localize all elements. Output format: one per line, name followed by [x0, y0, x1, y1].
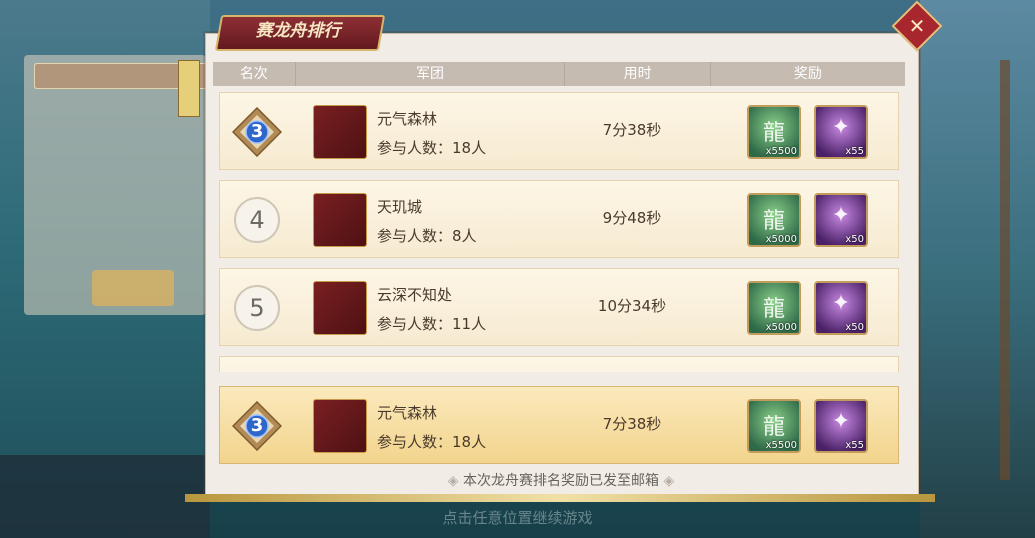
guild-name: 云深不知处 [377, 286, 453, 304]
dragon-emblem-icon [313, 105, 367, 159]
table-header: 名次 军团 用时 奖励 [213, 62, 905, 86]
my-guild-row: 3 元气森林 参与人数：18人 7分38秒 龍 x5500 ✦ x55 [219, 386, 899, 464]
race-time: 9分48秒 [602, 209, 662, 227]
ranking-row: 5 云深不知处 参与人数：11人 10分34秒 龍 x5000 ✦ x50 [219, 268, 899, 346]
ranking-row-partial [219, 356, 899, 372]
ranking-row: 3 元气森林 参与人数：18人 7分38秒 龍 x5500 ✦ x55 [219, 92, 899, 170]
yin-yang-emblem-icon [313, 193, 367, 247]
jade-dragon-icon[interactable]: 龍 x5000 [747, 281, 801, 335]
reward-count: x5500 [765, 440, 797, 451]
background-scene-right [920, 0, 1035, 538]
jade-dragon-icon[interactable]: 龍 x5500 [747, 399, 801, 453]
dialog-bottom-trim [185, 494, 935, 502]
header-rank: 名次 [213, 62, 296, 86]
header-guild: 军团 [296, 62, 566, 86]
rank-number: 3 [250, 415, 264, 436]
guild-name: 天玑城 [377, 198, 423, 216]
guild-name: 元气森林 [377, 404, 438, 422]
ranking-row: 4 天玑城 参与人数：8人 9分48秒 龍 x5000 ✦ x50 [219, 180, 899, 258]
dialog-title: 赛龙舟排行 [255, 21, 341, 41]
sword-emblem-icon [313, 281, 367, 335]
reward-count: x55 [845, 440, 864, 451]
purple-scroll-icon[interactable]: ✦ x55 [814, 399, 868, 453]
header-time: 用时 [565, 62, 711, 86]
purple-scroll-icon[interactable]: ✦ x55 [814, 105, 868, 159]
continue-hint[interactable]: 点击任意位置继续游戏 [0, 507, 1035, 528]
jade-dragon-icon[interactable]: 龍 x5000 [747, 193, 801, 247]
rank-number: 5 [249, 294, 265, 322]
guild-name: 元气森林 [377, 110, 438, 128]
reward-count: x5000 [765, 234, 797, 245]
guild-members: 参与人数：11人 [377, 315, 487, 333]
close-icon[interactable]: ✕ [899, 8, 935, 44]
footer-note: ◈ 本次龙舟赛排名奖励已发至邮箱 ◈ [205, 470, 917, 490]
guild-members: 参与人数：18人 [377, 433, 487, 451]
reward-mail-notice: 本次龙舟赛排名奖励已发至邮箱 [463, 473, 659, 489]
purple-scroll-icon[interactable]: ✦ x50 [814, 281, 868, 335]
reward-count: x55 [845, 146, 864, 157]
jade-dragon-icon[interactable]: 龍 x5500 [747, 105, 801, 159]
purple-scroll-icon[interactable]: ✦ x50 [814, 193, 868, 247]
hanging-banner-icon [178, 60, 200, 117]
header-reward: 奖励 [793, 66, 822, 82]
ranking-list[interactable]: 3 元气森林 参与人数：18人 7分38秒 龍 x5500 ✦ x55 4 天玑… [219, 92, 899, 372]
ornament-icon: ◈ [447, 473, 459, 489]
rank-number: 3 [250, 121, 264, 142]
rank-number: 4 [249, 206, 265, 234]
race-time: 7分38秒 [602, 121, 662, 139]
race-time: 7分38秒 [602, 415, 662, 433]
dragon-emblem-icon [313, 399, 367, 453]
guild-members: 参与人数：18人 [377, 139, 487, 157]
reward-count: x50 [845, 234, 864, 245]
reward-count: x5500 [765, 146, 797, 157]
race-time: 10分34秒 [597, 297, 667, 315]
reward-count: x50 [845, 322, 864, 333]
ornament-icon: ◈ [663, 473, 675, 489]
reward-count: x5000 [765, 322, 797, 333]
guild-members: 参与人数：8人 [377, 227, 477, 245]
